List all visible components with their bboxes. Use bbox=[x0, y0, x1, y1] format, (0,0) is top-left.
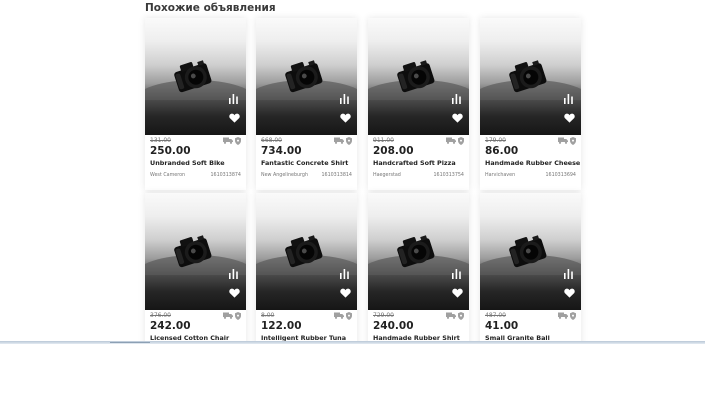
listing-id: 1610313814 bbox=[321, 173, 352, 178]
listing-location: West Cameron bbox=[150, 173, 186, 178]
shield-icon bbox=[346, 136, 352, 145]
listing-title[interactable]: Handmade Rubber Shirt bbox=[373, 334, 460, 341]
listing-photo[interactable] bbox=[145, 193, 246, 310]
listing-photo[interactable] bbox=[368, 18, 469, 135]
camera-photo-icon bbox=[174, 60, 212, 93]
old-price: 8.00 bbox=[261, 312, 275, 319]
heart-icon[interactable] bbox=[340, 288, 351, 298]
listing-photo[interactable] bbox=[256, 18, 357, 135]
bar-chart-icon[interactable] bbox=[452, 269, 461, 279]
price: 734.00 bbox=[261, 145, 302, 157]
window-bottom-marker bbox=[110, 342, 150, 343]
truck-icon bbox=[558, 137, 568, 144]
camera-photo-icon bbox=[397, 235, 435, 268]
listing-card[interactable]: 487.00 41.00 Small Granite Ball bbox=[480, 193, 581, 341]
listing-title[interactable]: Handcrafted Soft Pizza bbox=[373, 159, 456, 167]
bar-chart-icon[interactable] bbox=[229, 94, 238, 104]
heart-icon[interactable] bbox=[229, 113, 240, 123]
price: 242.00 bbox=[150, 320, 191, 332]
listing-title[interactable]: Handmade Rubber Cheese bbox=[485, 159, 580, 167]
truck-icon bbox=[334, 137, 344, 144]
listing-photo[interactable] bbox=[480, 193, 581, 310]
camera-photo-icon bbox=[509, 60, 547, 93]
listing-card[interactable]: 8.00 122.00 Intelligent Rubber Tuna bbox=[256, 193, 357, 341]
bar-chart-icon[interactable] bbox=[564, 94, 573, 104]
listing-card[interactable]: 179.00 86.00 Handmade Rubber Cheese Harv… bbox=[480, 18, 581, 190]
listing-photo[interactable] bbox=[256, 193, 357, 310]
bar-chart-icon[interactable] bbox=[452, 94, 461, 104]
camera-photo-icon bbox=[397, 60, 435, 93]
old-price: 376.00 bbox=[150, 312, 171, 319]
price: 41.00 bbox=[485, 320, 519, 332]
bar-chart-icon[interactable] bbox=[564, 269, 573, 279]
listing-title[interactable]: Small Granite Ball bbox=[485, 334, 550, 341]
price: 86.00 bbox=[485, 145, 519, 157]
price: 240.00 bbox=[373, 320, 414, 332]
listing-title[interactable]: Intelligent Rubber Tuna bbox=[261, 334, 346, 341]
shield-icon bbox=[458, 136, 464, 145]
truck-icon bbox=[223, 137, 233, 144]
camera-photo-icon bbox=[509, 235, 547, 268]
bar-chart-icon[interactable] bbox=[340, 269, 349, 279]
shield-icon bbox=[458, 311, 464, 320]
price: 250.00 bbox=[150, 145, 191, 157]
old-price: 131.00 bbox=[150, 137, 171, 144]
price: 122.00 bbox=[261, 320, 302, 332]
camera-photo-icon bbox=[285, 235, 323, 268]
truck-icon bbox=[446, 137, 456, 144]
listing-card[interactable]: 729.00 240.00 Handmade Rubber Shirt bbox=[368, 193, 469, 341]
page-viewport: Похожие объявления 131.00 250.00 Unbrand… bbox=[0, 0, 720, 341]
heart-icon[interactable] bbox=[229, 288, 240, 298]
listing-title[interactable]: Licensed Cotton Chair bbox=[150, 334, 229, 341]
listing-location: Haegerstad bbox=[373, 173, 401, 178]
shield-icon bbox=[235, 136, 241, 145]
truck-icon bbox=[223, 312, 233, 319]
listing-card[interactable]: 668.00 734.00 Fantastic Concrete Shirt N… bbox=[256, 18, 357, 190]
camera-photo-icon bbox=[174, 235, 212, 268]
listing-photo[interactable] bbox=[480, 18, 581, 135]
listing-card[interactable]: 911.00 208.00 Handcrafted Soft Pizza Hae… bbox=[368, 18, 469, 190]
listing-title[interactable]: Unbranded Soft Bike bbox=[150, 159, 225, 167]
heart-icon[interactable] bbox=[452, 288, 463, 298]
heart-icon[interactable] bbox=[564, 113, 575, 123]
listing-photo[interactable] bbox=[145, 18, 246, 135]
listing-title[interactable]: Fantastic Concrete Shirt bbox=[261, 159, 348, 167]
shield-icon bbox=[570, 311, 576, 320]
shield-icon bbox=[570, 136, 576, 145]
listing-location: Harvichaven bbox=[485, 173, 516, 178]
heart-icon[interactable] bbox=[340, 113, 351, 123]
shield-icon bbox=[235, 311, 241, 320]
old-price: 179.00 bbox=[485, 137, 506, 144]
truck-icon bbox=[558, 312, 568, 319]
listing-id: 1610313694 bbox=[545, 173, 576, 178]
heart-icon[interactable] bbox=[452, 113, 463, 123]
listing-id: 1610313874 bbox=[210, 173, 241, 178]
section-title: Похожие объявления bbox=[145, 2, 276, 14]
listing-location: New Angelineburgh bbox=[261, 173, 309, 178]
truck-icon bbox=[334, 312, 344, 319]
window-bottom-edge bbox=[0, 341, 705, 344]
old-price: 668.00 bbox=[261, 137, 282, 144]
truck-icon bbox=[446, 312, 456, 319]
bar-chart-icon[interactable] bbox=[340, 94, 349, 104]
bar-chart-icon[interactable] bbox=[229, 269, 238, 279]
listing-photo[interactable] bbox=[368, 193, 469, 310]
listing-card[interactable]: 131.00 250.00 Unbranded Soft Bike West C… bbox=[145, 18, 246, 190]
listing-id: 1610313754 bbox=[433, 173, 464, 178]
price: 208.00 bbox=[373, 145, 414, 157]
old-price: 487.00 bbox=[485, 312, 506, 319]
old-price: 729.00 bbox=[373, 312, 394, 319]
camera-photo-icon bbox=[285, 60, 323, 93]
old-price: 911.00 bbox=[373, 137, 394, 144]
shield-icon bbox=[346, 311, 352, 320]
heart-icon[interactable] bbox=[564, 288, 575, 298]
listing-card[interactable]: 376.00 242.00 Licensed Cotton Chair bbox=[145, 193, 246, 341]
